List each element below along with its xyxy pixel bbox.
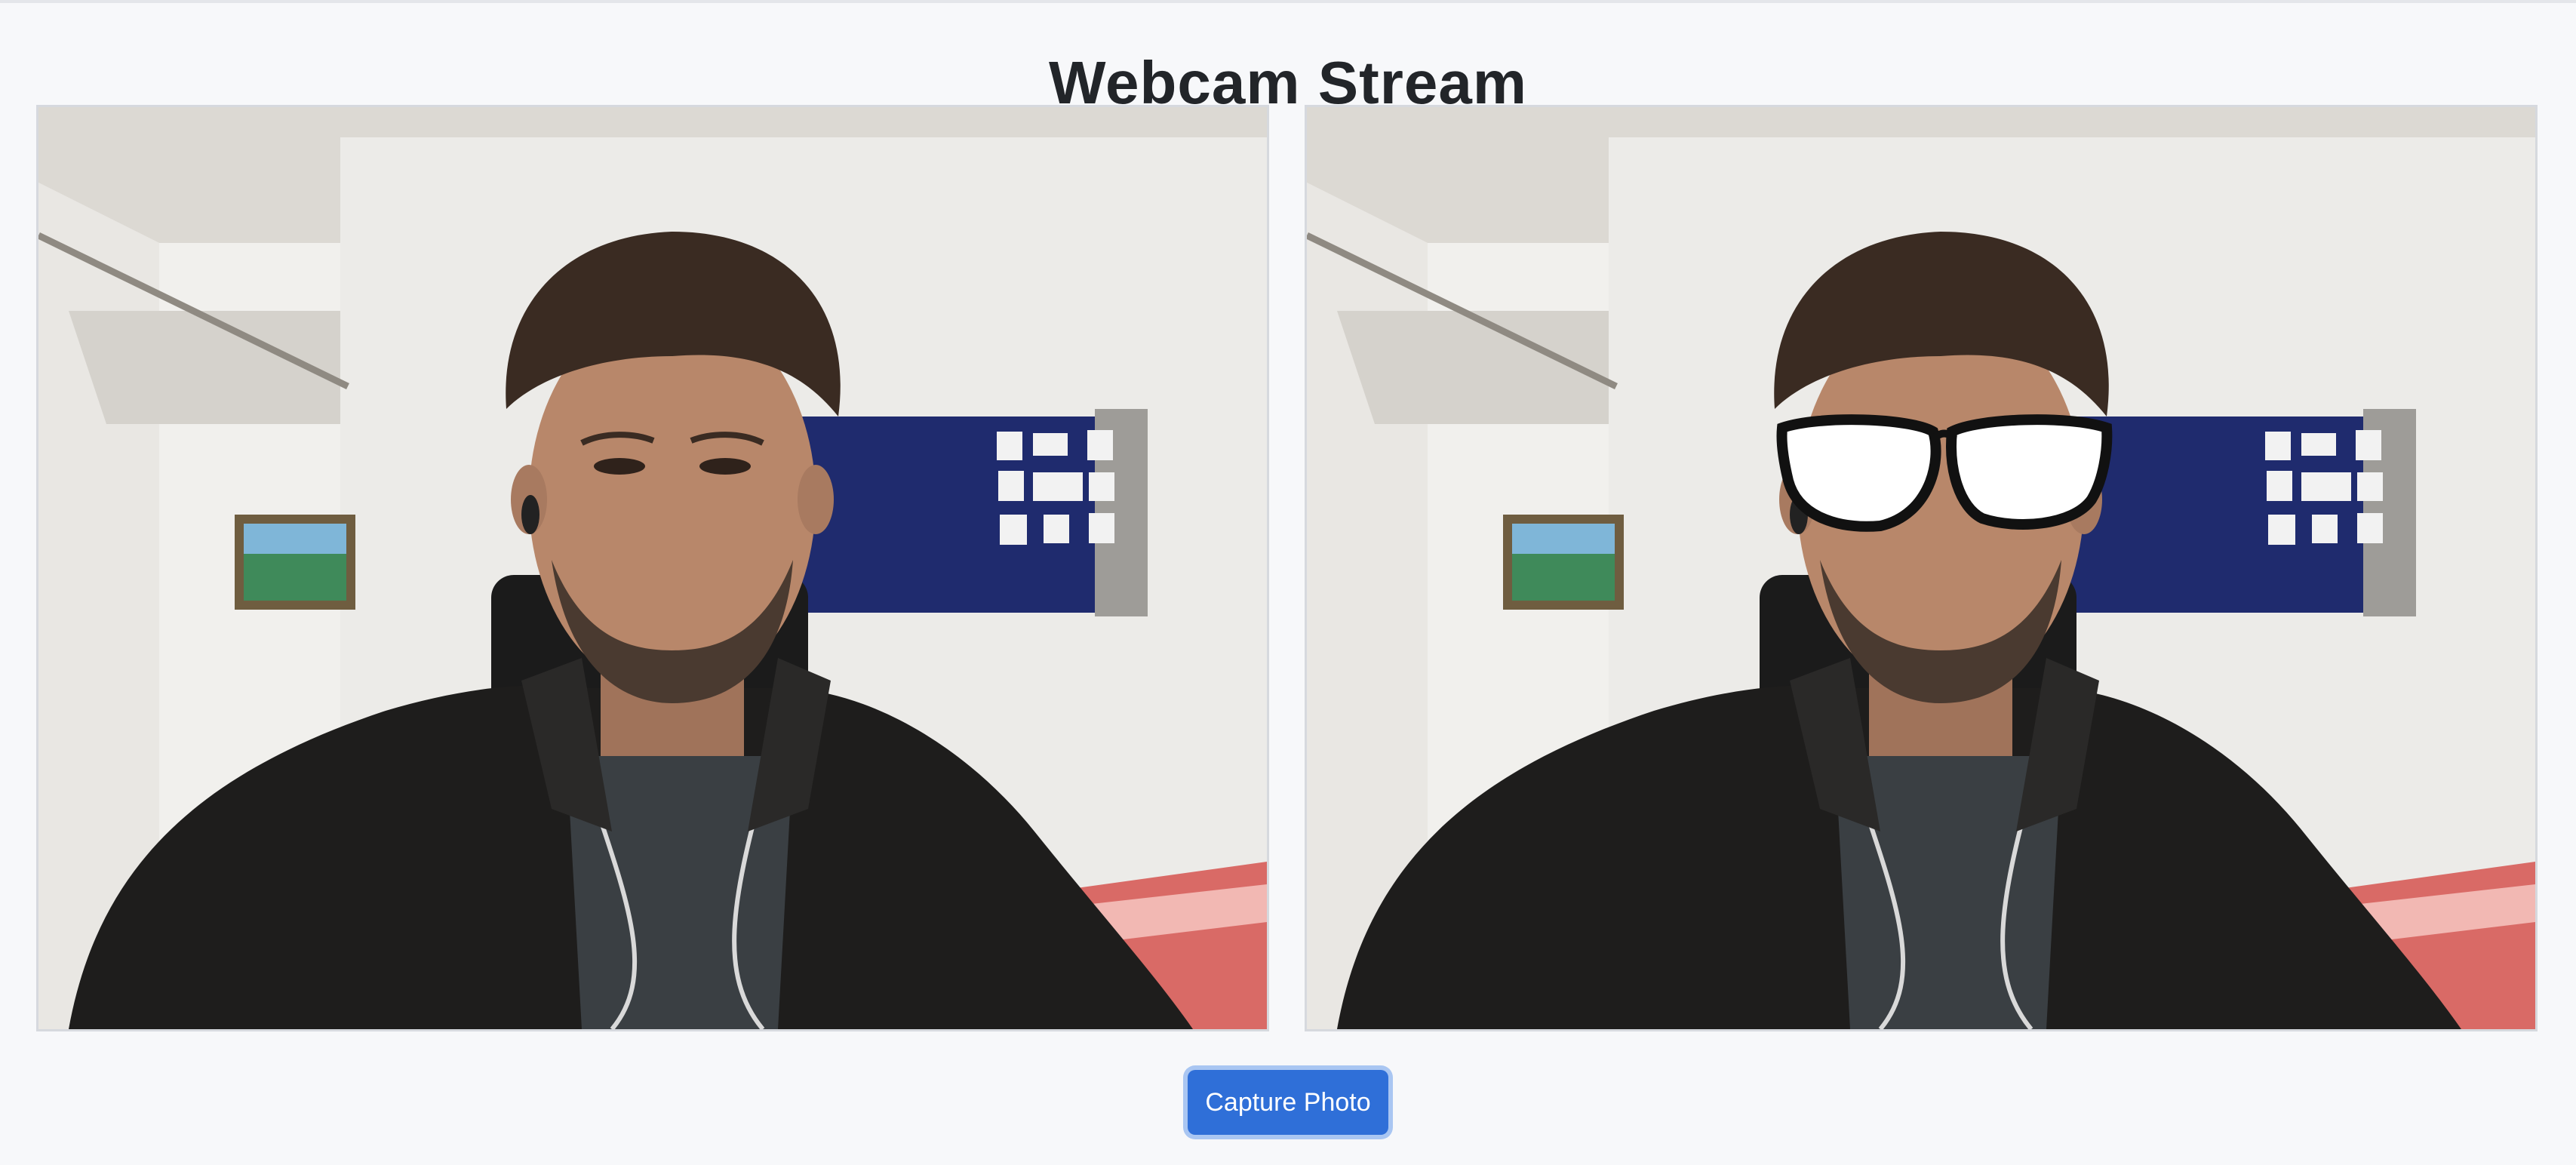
webcam-feed-raw [36,105,1269,1031]
top-border [0,0,2576,3]
webcam-frame-image [38,107,1267,1029]
capture-photo-button[interactable]: Capture Photo [1188,1070,1388,1135]
webcam-frame-glasses-image [1307,107,2535,1029]
webcam-feed-filtered [1305,105,2538,1031]
